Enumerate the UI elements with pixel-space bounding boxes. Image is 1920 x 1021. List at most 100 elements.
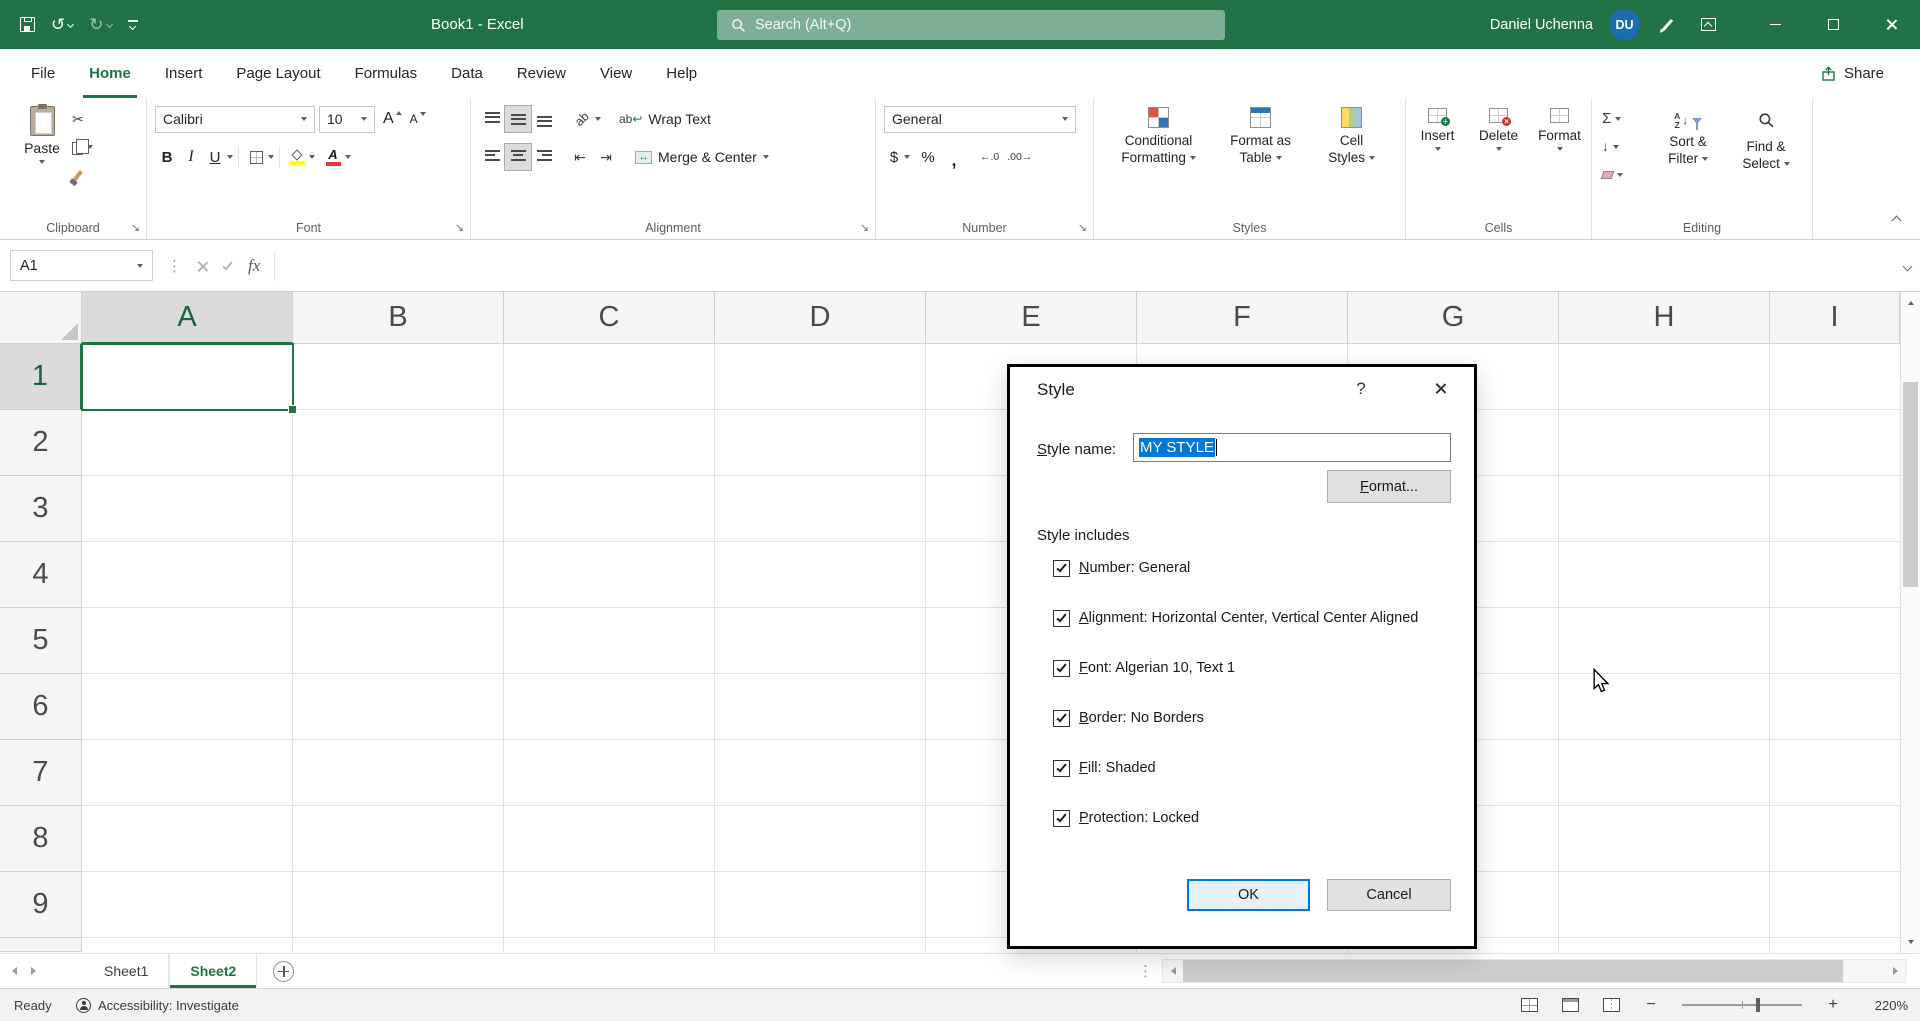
format-as-table-button[interactable]: Format as Table — [1213, 98, 1309, 239]
dialog-close-button[interactable] — [1434, 382, 1447, 400]
font-size-combo[interactable]: 10 — [319, 106, 375, 133]
font-dialog-launcher[interactable]: ↘ — [455, 223, 464, 234]
search-box[interactable]: Search (Alt+Q) — [717, 10, 1225, 40]
select-all-corner[interactable] — [0, 292, 82, 344]
format-cells-button[interactable]: Format — [1531, 98, 1589, 239]
percent-style-button[interactable]: % — [918, 143, 938, 171]
row-header-6[interactable]: 6 — [0, 674, 82, 740]
decrease-decimal-button[interactable] — [1003, 151, 1036, 163]
name-box[interactable]: A1 — [10, 250, 153, 281]
column-header-d[interactable]: D — [715, 292, 926, 344]
cancel-entry-icon[interactable] — [196, 260, 207, 271]
alignment-dialog-launcher[interactable]: ↘ — [860, 223, 869, 234]
minimize-button[interactable] — [1746, 0, 1804, 49]
row-header-3[interactable]: 3 — [0, 476, 82, 542]
row-header-2[interactable]: 2 — [0, 410, 82, 476]
insert-function-button[interactable]: fx — [248, 256, 260, 276]
horizontal-scrollbar-thumb[interactable] — [1183, 960, 1843, 982]
ok-button[interactable]: OK — [1187, 879, 1310, 911]
sort-filter-button[interactable]: AZ↓ Sort & Filter — [1648, 104, 1728, 172]
row-header-8[interactable]: 8 — [0, 806, 82, 872]
horizontal-scrollbar[interactable] — [1162, 959, 1906, 983]
expand-formula-bar-button[interactable] — [1904, 257, 1911, 275]
zoom-slider[interactable] — [1682, 1004, 1802, 1006]
number-dialog-launcher[interactable]: ↘ — [1078, 223, 1087, 234]
increase-font-size-button[interactable]: A — [383, 111, 402, 127]
font-color-button[interactable]: A — [321, 143, 345, 171]
customize-quick-access-button[interactable] — [128, 20, 138, 29]
orientation-button[interactable]: ab — [569, 106, 595, 132]
normal-view-button[interactable] — [1521, 998, 1538, 1012]
borders-button[interactable] — [244, 143, 268, 171]
fill-button[interactable] — [1602, 135, 1623, 159]
row-header-1[interactable]: 1 — [0, 344, 82, 410]
decrease-indent-button[interactable]: ⇤ — [567, 144, 593, 170]
zoom-slider-thumb[interactable] — [1756, 998, 1760, 1012]
copy-button[interactable] — [72, 136, 93, 158]
vertical-scrollbar-thumb[interactable] — [1903, 382, 1918, 587]
italic-button[interactable]: I — [179, 143, 203, 171]
paste-button[interactable]: Paste — [16, 106, 68, 164]
autosum-button[interactable] — [1602, 107, 1623, 131]
row-header-7[interactable]: 7 — [0, 740, 82, 806]
selected-cell-a1[interactable] — [81, 343, 294, 411]
next-sheet-button[interactable] — [31, 967, 36, 975]
column-header-i[interactable]: I — [1770, 292, 1900, 344]
dialog-help-button[interactable]: ? — [1350, 379, 1372, 399]
column-header-c[interactable]: C — [504, 292, 715, 344]
ribbon-tab-formulas[interactable]: Formulas — [338, 49, 435, 98]
row-header-partial[interactable] — [0, 938, 82, 952]
save-button[interactable] — [20, 17, 35, 32]
cancel-button[interactable]: Cancel — [1327, 879, 1451, 911]
wrap-text-button[interactable]: ab↩ Wrap Text — [619, 111, 711, 127]
checkbox-protection[interactable] — [1053, 810, 1070, 827]
underline-button[interactable]: U — [203, 143, 227, 171]
collapse-ribbon-button[interactable] — [1893, 211, 1900, 229]
number-format-combo[interactable]: General — [884, 106, 1076, 133]
scroll-left-button[interactable] — [1163, 960, 1183, 982]
ribbon-tab-page-layout[interactable]: Page Layout — [219, 49, 337, 98]
ribbon-tab-insert[interactable]: Insert — [148, 49, 220, 98]
checkbox-border[interactable] — [1053, 710, 1070, 727]
cut-button[interactable]: ✂ — [72, 108, 93, 130]
checkbox-alignment[interactable] — [1053, 610, 1070, 627]
scroll-down-button[interactable] — [1901, 933, 1920, 951]
redo-button[interactable]: ↻ — [89, 16, 111, 33]
zoom-out-button[interactable]: − — [1644, 996, 1658, 1014]
confirm-entry-icon[interactable] — [222, 259, 232, 270]
new-sheet-button[interactable] — [273, 961, 294, 982]
find-select-button[interactable]: Find & Select — [1728, 104, 1804, 172]
page-break-view-button[interactable] — [1603, 998, 1620, 1012]
ribbon-tab-file[interactable]: File — [14, 49, 72, 98]
clipboard-dialog-launcher[interactable]: ↘ — [131, 223, 140, 234]
column-header-b[interactable]: B — [293, 292, 504, 344]
checkbox-fill[interactable] — [1053, 760, 1070, 777]
undo-button[interactable]: ↺ — [51, 16, 73, 33]
pen-icon[interactable] — [1662, 18, 1674, 30]
scroll-up-button[interactable] — [1901, 294, 1920, 312]
tab-scroll-divider[interactable]: ⋮ — [1138, 962, 1154, 980]
ribbon-tab-data[interactable]: Data — [434, 49, 500, 98]
sheet-tab-sheet2[interactable]: Sheet2 — [169, 954, 257, 988]
column-header-e[interactable]: E — [926, 292, 1137, 344]
align-left-button[interactable] — [479, 144, 505, 170]
increase-indent-button[interactable]: ⇥ — [593, 144, 619, 170]
column-header-f[interactable]: F — [1137, 292, 1348, 344]
style-name-input[interactable]: MY STYLE — [1133, 433, 1451, 462]
increase-decimal-button[interactable] — [976, 151, 1003, 163]
maximize-button[interactable] — [1804, 0, 1862, 49]
avatar[interactable]: DU — [1609, 9, 1640, 40]
zoom-level[interactable]: 220% — [1864, 998, 1908, 1013]
ribbon-tab-view[interactable]: View — [583, 49, 649, 98]
column-header-g[interactable]: G — [1348, 292, 1559, 344]
format-painter-button[interactable] — [72, 164, 93, 186]
scroll-right-button[interactable] — [1885, 960, 1905, 982]
row-header-9[interactable]: 9 — [0, 872, 82, 938]
merge-center-button[interactable]: ↔ Merge & Center — [635, 149, 769, 165]
delete-cells-button[interactable]: Delete — [1470, 98, 1528, 239]
column-header-h[interactable]: H — [1559, 292, 1770, 344]
row-header-4[interactable]: 4 — [0, 542, 82, 608]
share-button[interactable]: Share — [1821, 49, 1906, 98]
previous-sheet-button[interactable] — [12, 967, 17, 975]
spreadsheet-cells[interactable] — [82, 344, 1900, 953]
